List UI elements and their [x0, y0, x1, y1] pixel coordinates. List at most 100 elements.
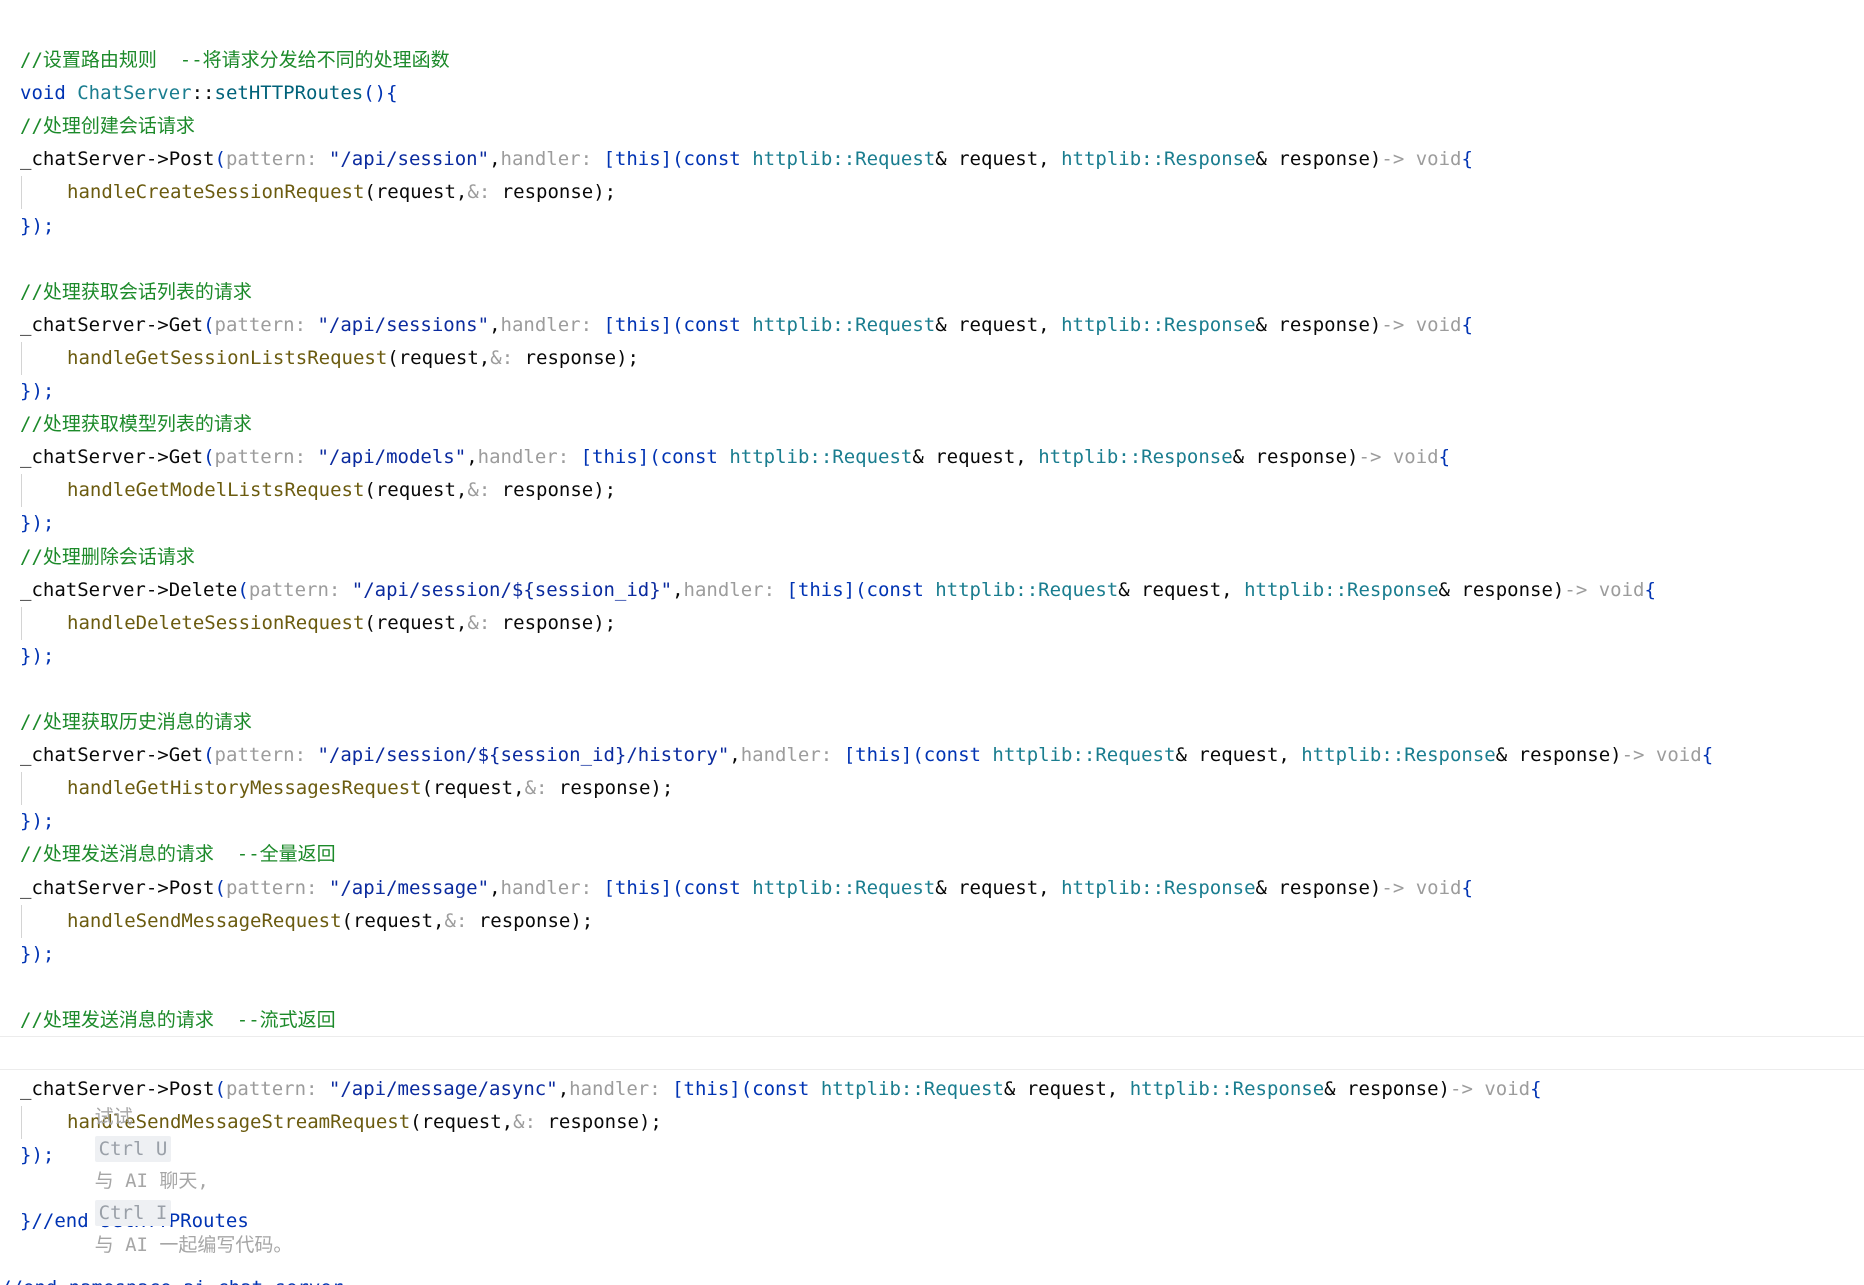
response-namespace: httplib:: [1244, 578, 1348, 601]
ai-chat-shortcut[interactable]: Ctrl U [94, 1136, 172, 1162]
call-args: (request, [364, 479, 468, 502]
return-type-hint: void [1415, 876, 1462, 899]
http-method: Get [168, 313, 204, 336]
response-type: Response [1164, 313, 1256, 336]
lambda-close: }); [20, 380, 55, 402]
comma: , [672, 578, 684, 601]
handler-function-call: handleGetHistoryMessagesRequest [67, 777, 422, 800]
comment-line[interactable]: //处理创建会话请求 [20, 110, 195, 143]
handler-call-line[interactable]: handleGetSessionListsRequest(request,&: … [67, 342, 639, 375]
route-registration-line[interactable]: _chatServer->Delete(pattern: "/api/sessi… [20, 574, 1656, 607]
code-comment: //处理发送消息的请求 --全量返回 [20, 843, 336, 866]
response-type: Response [1232, 1078, 1325, 1100]
call-args-tail: response); [490, 479, 617, 502]
lambda-open-brace: { [1701, 744, 1714, 767]
code-editor[interactable]: //设置路由规则 --将请求分发给不同的处理函数 void ChatServer:… [0, 0, 1864, 1285]
inlay-hint-pattern: pattern: [225, 876, 329, 899]
lambda-close: }); [20, 214, 55, 237]
inlay-hint-pattern: pattern: [214, 744, 318, 767]
call-args-tail: response); [536, 1111, 662, 1134]
lambda-close-line[interactable]: }); [20, 640, 54, 673]
request-type: Request [832, 446, 913, 469]
indent-guide [21, 606, 22, 640]
return-arrow-hint: -> [1381, 313, 1416, 336]
handler-call-line[interactable]: handleGetHistoryMessagesRequest(request,… [67, 772, 673, 805]
lambda-close: }); [20, 810, 55, 833]
member-arrow: -> [145, 876, 169, 899]
response-param: & response) [1255, 313, 1382, 336]
inlay-hint-handler: handler: [500, 313, 604, 336]
comment-line[interactable]: //处理获取会话列表的请求 [20, 276, 252, 309]
member-arrow: -> [145, 446, 169, 469]
lambda-close: }); [20, 644, 55, 667]
comment-line[interactable]: //处理删除会话请求 [20, 541, 195, 574]
member-arrow: -> [145, 148, 169, 171]
handler-function-call: handleDeleteSessionRequest [67, 611, 365, 634]
response-type: Response [1347, 578, 1439, 601]
route-path-string: "/api/models" [317, 446, 467, 469]
route-registration-line[interactable]: _chatServer->Post(pattern: "/api/message… [20, 872, 1473, 905]
inlay-hint-ref: &: [467, 611, 491, 634]
server-object: _chatServer [20, 148, 146, 171]
return-type-hint: void [1415, 148, 1462, 171]
ai-hint-bar: 试试 Ctrl U 与 AI 聊天, Ctrl I 与 AI 一起编写代码。 [0, 1036, 1864, 1256]
lambda-open-brace: { [1461, 876, 1473, 899]
lambda-close-line[interactable]: }); [20, 938, 54, 971]
route-registration-line[interactable]: _chatServer->Post(pattern: "/api/session… [20, 143, 1473, 176]
return-type-hint: void [1598, 578, 1645, 601]
response-param: & response) [1324, 1078, 1450, 1100]
handler-call-line[interactable]: handleSendMessageRequest(request,&: resp… [67, 905, 593, 938]
function-signature-line[interactable]: void ChatServer::setHTTPRoutes(){ [20, 77, 398, 110]
route-path-string: "/api/message/async" [328, 1078, 558, 1100]
code-comment: //处理创建会话请求 [20, 115, 195, 138]
route-path-string: "/api/message" [328, 876, 490, 899]
inlay-hint-ref: &: [467, 479, 491, 502]
route-path-string: "/api/session/${session_id}" [351, 578, 673, 601]
response-param: & response) [1495, 744, 1622, 767]
request-namespace: httplib:: [752, 313, 856, 336]
comment-line[interactable]: //处理获取模型列表的请求 [20, 408, 252, 441]
route-registration-line[interactable]: _chatServer->Get(pattern: "/api/models",… [20, 441, 1450, 474]
lambda-close-line[interactable]: }); [20, 805, 54, 838]
lambda-close-line[interactable]: }); [20, 375, 54, 408]
lambda-open-brace: { [1461, 313, 1473, 336]
route-registration-line[interactable]: _chatServer->Get(pattern: "/api/session/… [20, 739, 1713, 772]
request-param: & request, [1118, 578, 1245, 601]
inlay-hint-handler: handler: [500, 148, 604, 171]
comment-line[interactable]: //设置路由规则 --将请求分发给不同的处理函数 [20, 44, 450, 77]
comment-line[interactable]: //处理获取历史消息的请求 [20, 706, 252, 739]
comment-line[interactable]: //处理发送消息的请求 --全量返回 [20, 838, 336, 871]
call-args-tail: response); [490, 611, 617, 634]
request-param: & request, [935, 148, 1062, 171]
handler-call-line[interactable]: handleDeleteSessionRequest(request,&: re… [67, 607, 616, 640]
comma: , [489, 313, 501, 336]
code-comment: //设置路由规则 --将请求分发给不同的处理函数 [20, 49, 450, 71]
comment-line[interactable]: //处理发送消息的请求 --流式返回 [20, 1004, 336, 1037]
server-object: _chatServer [20, 578, 146, 601]
response-type: Response [1404, 744, 1496, 767]
lambda-open-brace: { [1438, 446, 1451, 469]
inlay-hint-ref: &: [444, 909, 468, 932]
lambda-close: }); [20, 512, 55, 535]
inlay-hint-handler: handler: [683, 578, 787, 601]
handler-call-line[interactable]: handleGetModelListsRequest(request,&: re… [67, 474, 616, 507]
indent-guide [21, 341, 22, 375]
lambda-close-line[interactable]: }); [20, 210, 54, 243]
indent-guide [21, 474, 22, 508]
lambda-open-brace: { [1461, 148, 1473, 171]
call-args: (request, [421, 777, 525, 800]
class-name: ChatServer [77, 82, 192, 105]
http-method: Post [168, 148, 215, 171]
response-namespace: httplib:: [1061, 876, 1165, 899]
inlay-hint-ref: &: [490, 346, 514, 369]
return-arrow-hint: -> [1564, 578, 1599, 601]
route-registration-line[interactable]: _chatServer->Get(pattern: "/api/sessions… [20, 309, 1473, 342]
handler-call-line[interactable]: handleCreateSessionRequest(request,&: re… [67, 176, 616, 209]
lambda-close-line[interactable]: }); [20, 507, 54, 540]
request-namespace: httplib:: [992, 744, 1096, 767]
request-type: Request [855, 876, 936, 899]
member-arrow: -> [145, 744, 169, 767]
ai-inline-shortcut[interactable]: Ctrl I [94, 1200, 172, 1226]
inlay-hint-handler: handler: [740, 744, 844, 767]
code-comment: //处理发送消息的请求 --流式返回 [20, 1008, 336, 1031]
